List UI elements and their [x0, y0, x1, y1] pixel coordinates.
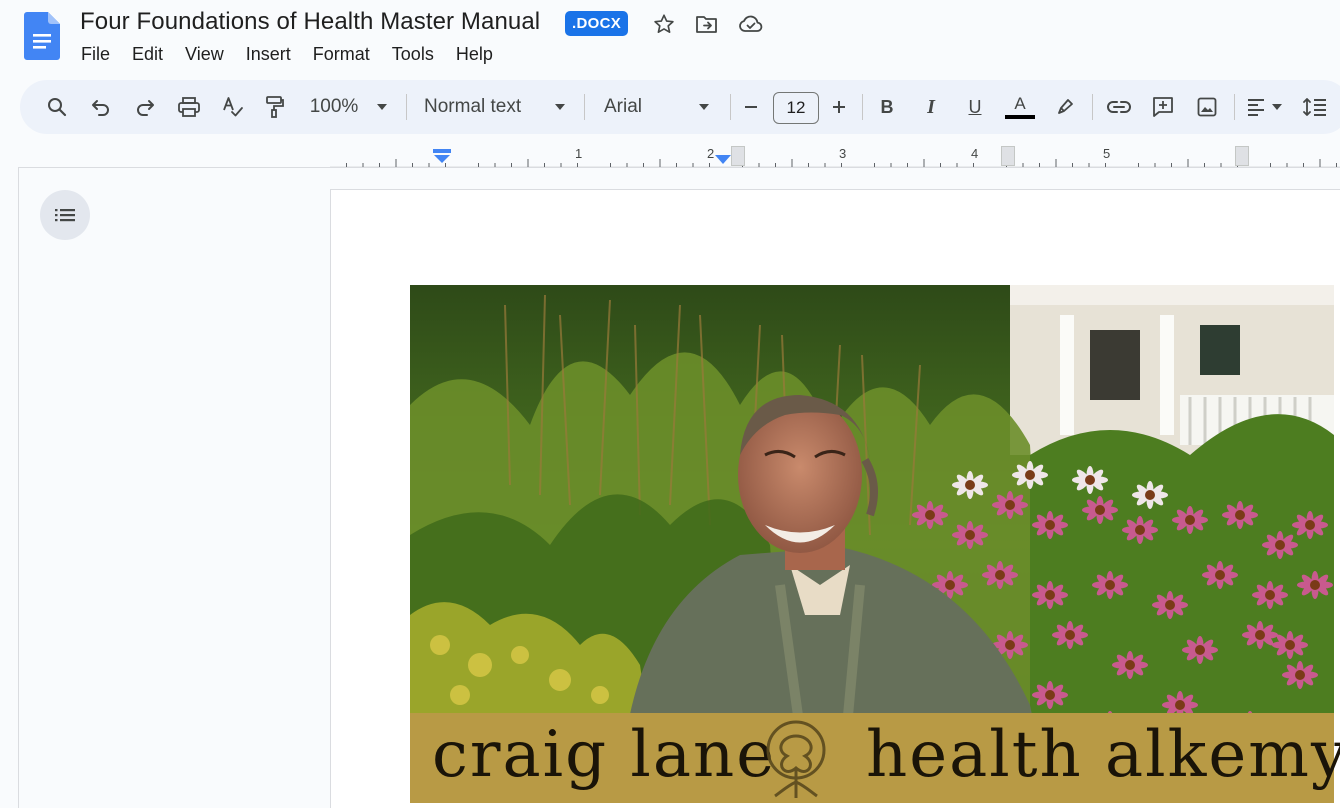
print-icon[interactable]	[172, 90, 206, 124]
docx-format-badge: .DOCX	[565, 11, 629, 36]
text-color-button[interactable]: A	[1002, 90, 1038, 124]
cloud-saved-icon[interactable]	[737, 10, 765, 38]
bold-button[interactable]: B	[870, 90, 904, 124]
ruler-number: 5	[1103, 146, 1111, 161]
spelling-check-icon[interactable]	[216, 90, 250, 124]
ruler-number: 1	[575, 146, 583, 161]
style-dropdown-icon[interactable]	[548, 90, 572, 124]
add-comment-icon[interactable]	[1146, 90, 1180, 124]
ruler-number: 4	[971, 146, 979, 161]
paragraph-style-label: Normal text	[424, 96, 522, 117]
tab-stop-marker[interactable]	[731, 146, 745, 166]
line-spacing-icon[interactable]	[1300, 90, 1330, 124]
font-size-input[interactable]: 12	[773, 92, 819, 124]
zoom-label: 100%	[309, 96, 359, 117]
text-color-label: A	[1014, 94, 1026, 113]
menu-insert[interactable]: Insert	[235, 42, 302, 68]
redo-icon[interactable]	[128, 90, 162, 124]
tree-of-life-logo-icon	[766, 720, 826, 798]
highlight-color-icon[interactable]	[1048, 90, 1082, 124]
font-dropdown-icon[interactable]	[692, 90, 716, 124]
left-panel-border	[18, 167, 19, 808]
italic-label: I	[927, 95, 935, 118]
ruler-number: 3	[839, 146, 847, 161]
toolbar-divider	[1092, 94, 1093, 120]
font-family-label: Arial	[604, 96, 643, 117]
menu-edit[interactable]: Edit	[121, 42, 174, 68]
insert-image-icon[interactable]	[1190, 90, 1224, 124]
underline-button[interactable]: U	[958, 90, 992, 124]
star-icon[interactable]	[650, 10, 678, 38]
zoom-dropdown-icon[interactable]	[370, 90, 394, 124]
underline-label: U	[968, 96, 982, 117]
tab-stop-marker[interactable]	[1235, 146, 1249, 166]
menu-tools[interactable]: Tools	[381, 42, 445, 68]
left-indent-marker-icon[interactable]	[433, 149, 451, 165]
decrease-font-size-icon[interactable]	[738, 90, 764, 124]
right-indent-marker-icon[interactable]	[714, 154, 732, 166]
increase-font-size-icon[interactable]	[826, 90, 852, 124]
paint-format-icon[interactable]	[258, 90, 292, 124]
italic-button[interactable]: I	[914, 90, 948, 124]
undo-icon[interactable]	[84, 90, 118, 124]
document-title[interactable]: Four Foundations of Health Master Manual	[80, 8, 540, 36]
align-dropdown-icon[interactable]	[1270, 90, 1284, 124]
toolbar-divider	[406, 94, 407, 120]
paragraph-style-select[interactable]: Normal text	[424, 90, 544, 124]
menu-bar: File Edit View Insert Format Tools Help	[70, 42, 504, 68]
bold-label: B	[880, 96, 894, 117]
menu-format[interactable]: Format	[302, 42, 381, 68]
toolbar-divider	[862, 94, 863, 120]
move-to-folder-icon[interactable]	[693, 10, 721, 38]
toolbar-divider	[730, 94, 731, 120]
document-outline-button[interactable]	[40, 190, 90, 240]
canvas-top-divider	[18, 167, 1340, 168]
toolbar: 100% Normal text Arial B I U A	[20, 80, 1340, 134]
tab-stop-marker[interactable]	[1001, 146, 1015, 166]
menu-file[interactable]: File	[70, 42, 121, 68]
align-left-icon[interactable]	[1242, 90, 1270, 124]
toolbar-divider	[1234, 94, 1235, 120]
google-docs-logo-icon[interactable]	[24, 12, 60, 60]
horizontal-ruler[interactable]: 1 2 3 4 5	[330, 142, 1340, 168]
zoom-value[interactable]: 100%	[304, 90, 364, 124]
banner-left-text: craig lane	[432, 718, 777, 792]
text-color-swatch	[1005, 115, 1035, 119]
ruler-ticks	[330, 159, 1340, 168]
menu-view[interactable]: View	[174, 42, 235, 68]
menu-help[interactable]: Help	[445, 42, 504, 68]
font-family-select[interactable]: Arial	[604, 90, 704, 124]
insert-link-icon[interactable]	[1102, 90, 1136, 124]
toolbar-divider	[584, 94, 585, 120]
banner-right-text: health alkemy	[866, 718, 1340, 792]
search-menus-icon[interactable]	[40, 90, 74, 124]
outline-list-icon	[55, 209, 75, 222]
